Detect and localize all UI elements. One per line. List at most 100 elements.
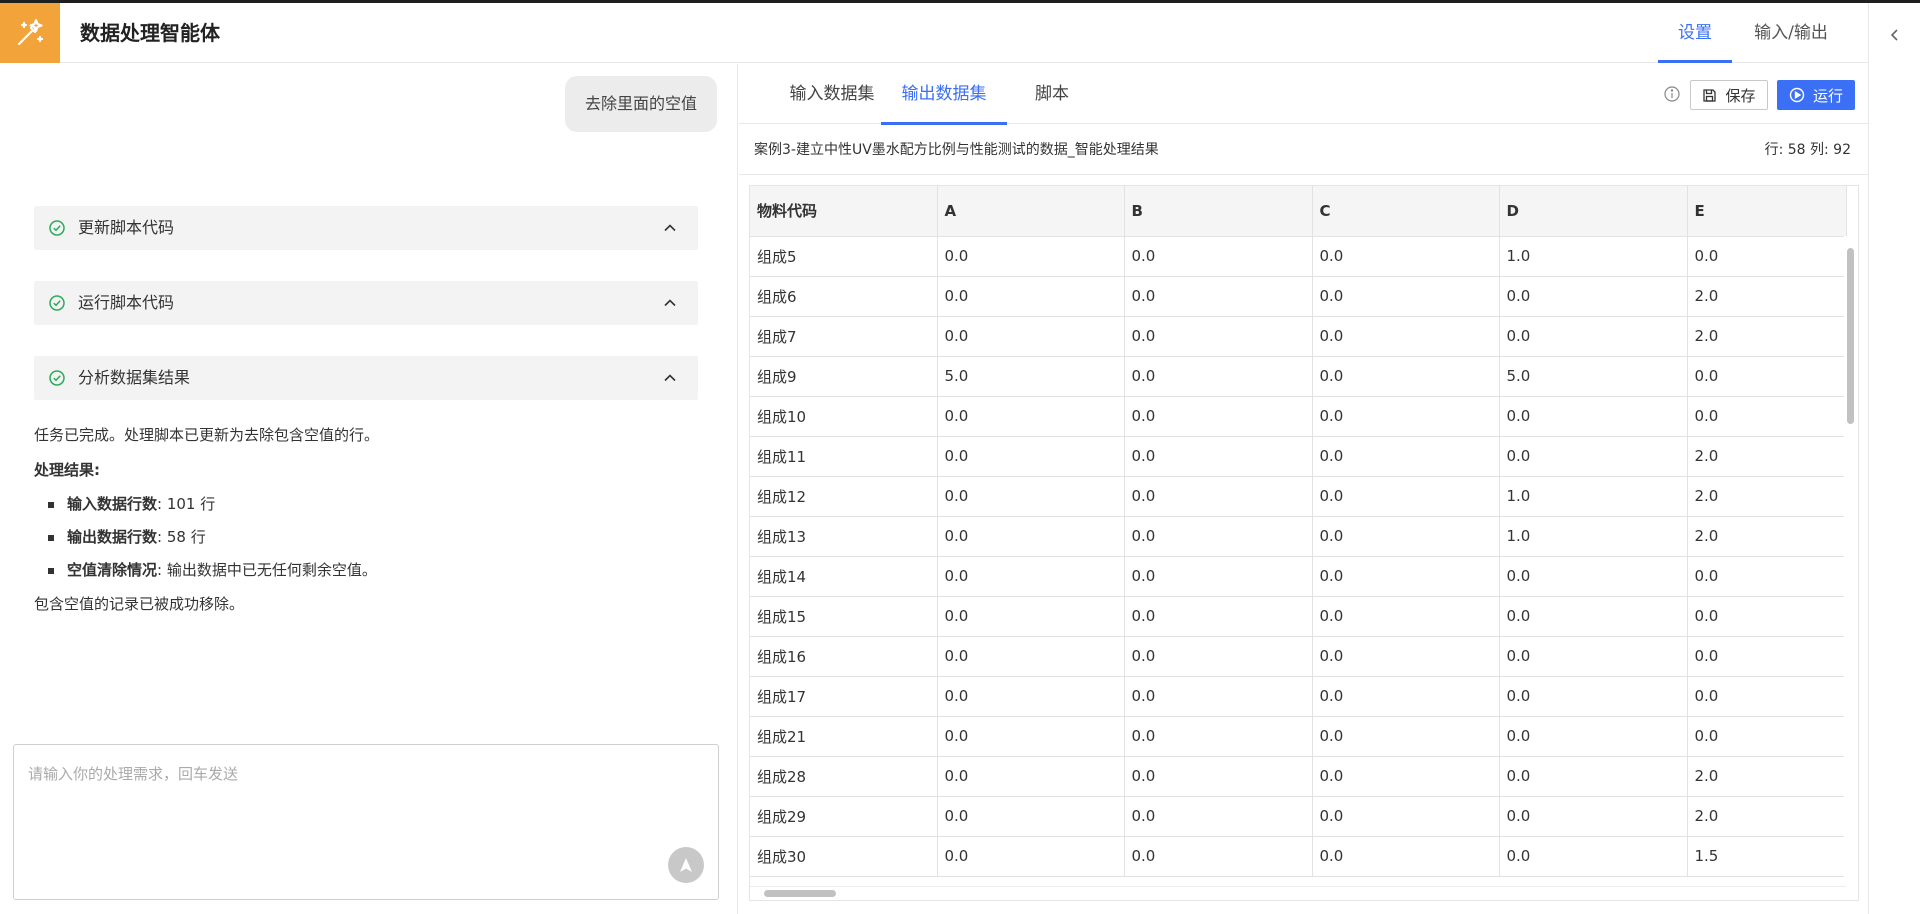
table-cell[interactable]: 0.0: [1312, 316, 1500, 357]
table-cell[interactable]: 0.0: [1499, 596, 1688, 637]
table-row[interactable]: 组成6 0.0 0.0 0.0 0.0 2.0: [750, 276, 1847, 317]
table-cell[interactable]: 2.0: [1687, 756, 1847, 797]
table-row[interactable]: 组成14 0.0 0.0 0.0 0.0 0.0: [750, 556, 1847, 597]
table-cell[interactable]: 0.0: [1499, 636, 1688, 677]
chevron-up-icon[interactable]: [662, 295, 678, 311]
table-cell[interactable]: 组成29: [750, 796, 938, 837]
chevron-up-icon[interactable]: [662, 220, 678, 236]
table-cell[interactable]: 0.0: [937, 756, 1125, 797]
table-cell[interactable]: 5.0: [937, 356, 1125, 397]
table-cell[interactable]: 0.0: [1124, 596, 1313, 637]
table-cell[interactable]: 0.0: [937, 676, 1125, 717]
table-cell[interactable]: 0.0: [1312, 516, 1500, 557]
table-cell[interactable]: 0.0: [1124, 236, 1313, 277]
table-row[interactable]: 组成17 0.0 0.0 0.0 0.0 0.0: [750, 676, 1847, 717]
run-button[interactable]: 运行: [1777, 80, 1855, 110]
table-cell[interactable]: 组成15: [750, 596, 938, 637]
table-cell[interactable]: 0.0: [937, 836, 1125, 877]
table-cell[interactable]: 0.0: [937, 276, 1125, 317]
table-cell[interactable]: 0.0: [1499, 276, 1688, 317]
table-cell[interactable]: 0.0: [1312, 476, 1500, 517]
table-cell[interactable]: 组成5: [750, 236, 938, 277]
table-cell[interactable]: 0.0: [1499, 396, 1688, 437]
table-cell[interactable]: 2.0: [1687, 436, 1847, 477]
column-header[interactable]: D: [1499, 186, 1688, 237]
header-tab-settings[interactable]: 设置: [1658, 3, 1732, 63]
table-cell[interactable]: 0.0: [937, 396, 1125, 437]
table-cell[interactable]: 0.0: [1124, 516, 1313, 557]
table-cell[interactable]: 0.0: [1124, 836, 1313, 877]
table-cell[interactable]: 0.0: [1499, 316, 1688, 357]
table-cell[interactable]: 0.0: [1499, 556, 1688, 597]
table-cell[interactable]: 组成9: [750, 356, 938, 397]
table-cell[interactable]: 0.0: [1312, 796, 1500, 837]
table-cell[interactable]: 0.0: [1499, 716, 1688, 757]
table-cell[interactable]: 0.0: [1124, 556, 1313, 597]
table-cell[interactable]: 0.0: [1312, 436, 1500, 477]
table-cell[interactable]: 组成16: [750, 636, 938, 677]
table-cell[interactable]: 0.0: [1499, 436, 1688, 477]
table-cell[interactable]: 组成7: [750, 316, 938, 357]
table-cell[interactable]: 1.0: [1499, 236, 1688, 277]
table-cell[interactable]: 组成21: [750, 716, 938, 757]
table-cell[interactable]: 0.0: [1124, 396, 1313, 437]
table-cell[interactable]: 0.0: [1312, 676, 1500, 717]
table-cell[interactable]: 0.0: [1312, 396, 1500, 437]
table-cell[interactable]: 0.0: [1124, 676, 1313, 717]
table-cell[interactable]: 0.0: [937, 596, 1125, 637]
table-cell[interactable]: 2.0: [1687, 516, 1847, 557]
table-cell[interactable]: 2.0: [1687, 796, 1847, 837]
table-cell[interactable]: 0.0: [937, 556, 1125, 597]
table-cell[interactable]: 5.0: [1499, 356, 1688, 397]
table-row[interactable]: 组成16 0.0 0.0 0.0 0.0 0.0: [750, 636, 1847, 677]
table-cell[interactable]: 组成6: [750, 276, 938, 317]
table-cell[interactable]: 1.5: [1687, 836, 1847, 877]
horizontal-scrollbar[interactable]: [750, 886, 1846, 900]
table-cell[interactable]: 0.0: [1687, 676, 1847, 717]
table-cell[interactable]: 0.0: [937, 636, 1125, 677]
table-cell[interactable]: 0.0: [1124, 476, 1313, 517]
chevron-left-icon[interactable]: [1883, 23, 1907, 47]
table-row[interactable]: 组成12 0.0 0.0 0.0 1.0 2.0: [750, 476, 1847, 517]
column-header[interactable]: E: [1687, 186, 1847, 237]
table-row[interactable]: 组成9 5.0 0.0 0.0 5.0 0.0: [750, 356, 1847, 397]
tab-input-dataset[interactable]: 输入数据集: [772, 64, 892, 124]
table-row[interactable]: 组成11 0.0 0.0 0.0 0.0 2.0: [750, 436, 1847, 477]
table-cell[interactable]: 0.0: [1124, 356, 1313, 397]
table-cell[interactable]: 0.0: [1312, 276, 1500, 317]
chat-input[interactable]: [14, 745, 718, 899]
table-cell[interactable]: 0.0: [1124, 636, 1313, 677]
table-cell[interactable]: 组成30: [750, 836, 938, 877]
column-header[interactable]: A: [937, 186, 1125, 237]
step-run-script[interactable]: 运行脚本代码: [34, 281, 698, 325]
table-cell[interactable]: 组成12: [750, 476, 938, 517]
table-cell[interactable]: 0.0: [1687, 556, 1847, 597]
table-cell[interactable]: 0.0: [1499, 836, 1688, 877]
info-circle-icon[interactable]: [1663, 85, 1681, 103]
vertical-scrollbar[interactable]: [1844, 236, 1858, 886]
table-cell[interactable]: 0.0: [937, 516, 1125, 557]
table-cell[interactable]: 0.0: [1687, 596, 1847, 637]
table-cell[interactable]: 1.0: [1499, 476, 1688, 517]
table-row[interactable]: 组成5 0.0 0.0 0.0 1.0 0.0: [750, 236, 1847, 277]
table-cell[interactable]: 0.0: [1124, 716, 1313, 757]
table-cell[interactable]: 0.0: [1124, 436, 1313, 477]
header-tab-io[interactable]: 输入/输出: [1748, 3, 1834, 63]
table-cell[interactable]: 0.0: [1312, 356, 1500, 397]
table-cell[interactable]: 0.0: [1499, 676, 1688, 717]
table-cell[interactable]: 0.0: [1687, 716, 1847, 757]
table-cell[interactable]: 0.0: [937, 316, 1125, 357]
table-cell[interactable]: 组成14: [750, 556, 938, 597]
send-button[interactable]: [668, 847, 704, 883]
scrollbar-thumb[interactable]: [1847, 248, 1854, 424]
table-row[interactable]: 组成13 0.0 0.0 0.0 1.0 2.0: [750, 516, 1847, 557]
table-row[interactable]: 组成15 0.0 0.0 0.0 0.0 0.0: [750, 596, 1847, 637]
table-cell[interactable]: 0.0: [937, 476, 1125, 517]
table-cell[interactable]: 1.0: [1499, 516, 1688, 557]
step-update-script[interactable]: 更新脚本代码: [34, 206, 698, 250]
table-cell[interactable]: 0.0: [937, 716, 1125, 757]
step-analyze-results[interactable]: 分析数据集结果: [34, 356, 698, 400]
table-cell[interactable]: 组成11: [750, 436, 938, 477]
table-cell[interactable]: 组成13: [750, 516, 938, 557]
column-header[interactable]: C: [1312, 186, 1500, 237]
